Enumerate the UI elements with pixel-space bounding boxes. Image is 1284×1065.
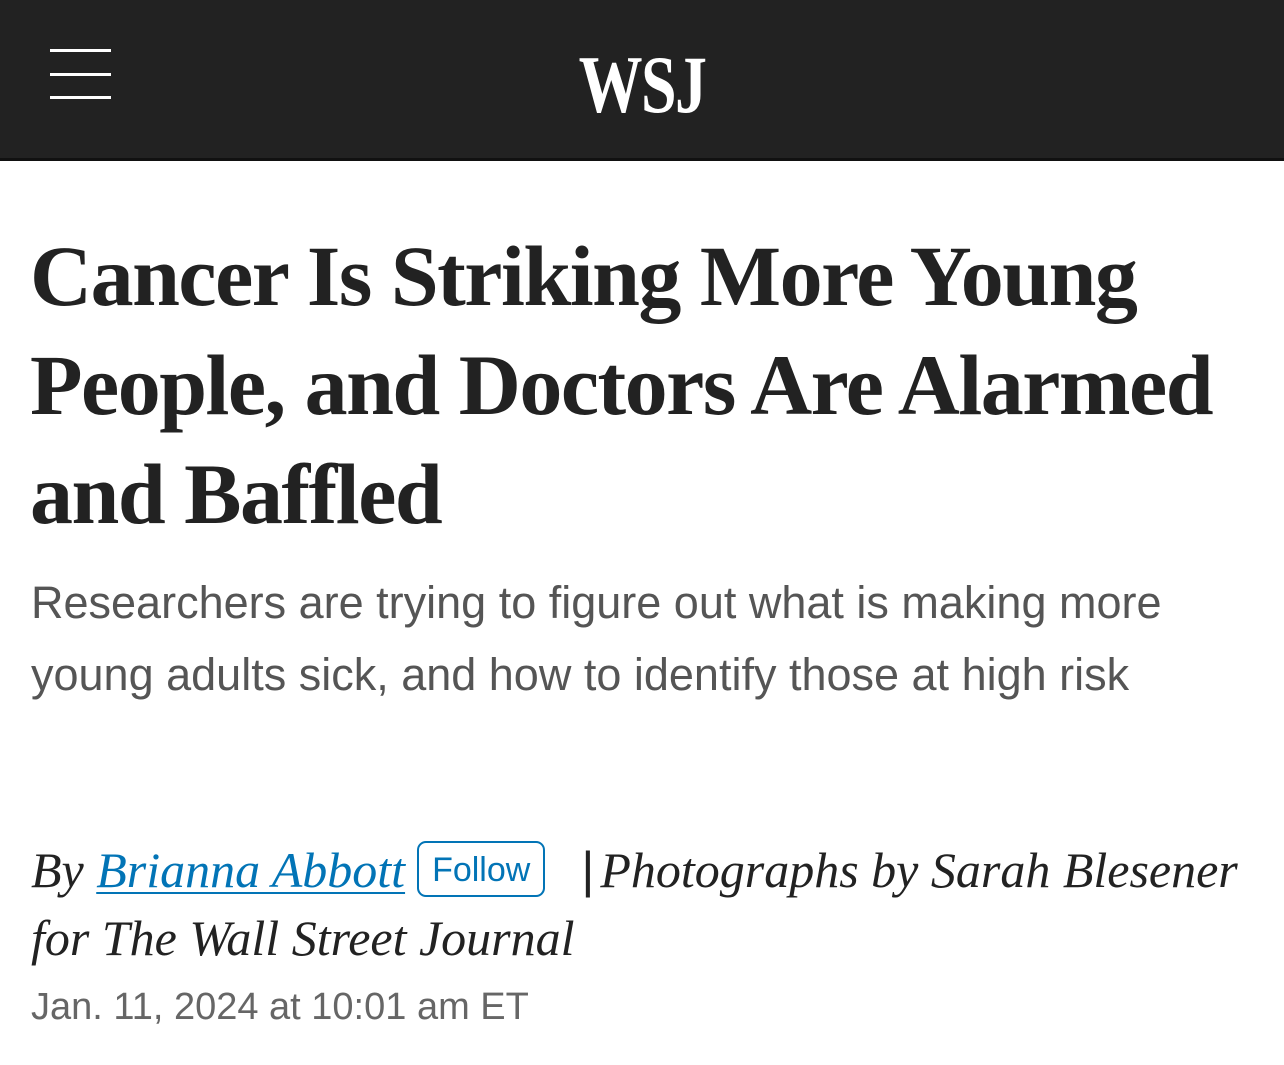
byline-separator: | (581, 842, 595, 898)
wsj-logo[interactable]: WSJ (141, 40, 1143, 130)
hamburger-menu-icon[interactable] (50, 49, 111, 101)
publish-timestamp: Jan. 11, 2024 at 10:01 am ET (31, 986, 529, 1028)
byline: By Brianna Abbott Follow | Photographs by S… (31, 836, 1261, 972)
top-nav-bar: WSJ (0, 0, 1284, 161)
menu-line-top (50, 49, 111, 52)
menu-line-middle (50, 73, 111, 76)
menu-line-bottom (50, 96, 111, 99)
article-dek: Researchers are trying to figure out wha… (31, 577, 1162, 700)
byline-prefix: By (31, 842, 84, 898)
follow-author-button[interactable]: Follow (417, 841, 546, 897)
article-headline: Cancer Is Striking More Young People, an… (30, 228, 1214, 542)
author-link[interactable]: Brianna Abbott (96, 842, 405, 898)
